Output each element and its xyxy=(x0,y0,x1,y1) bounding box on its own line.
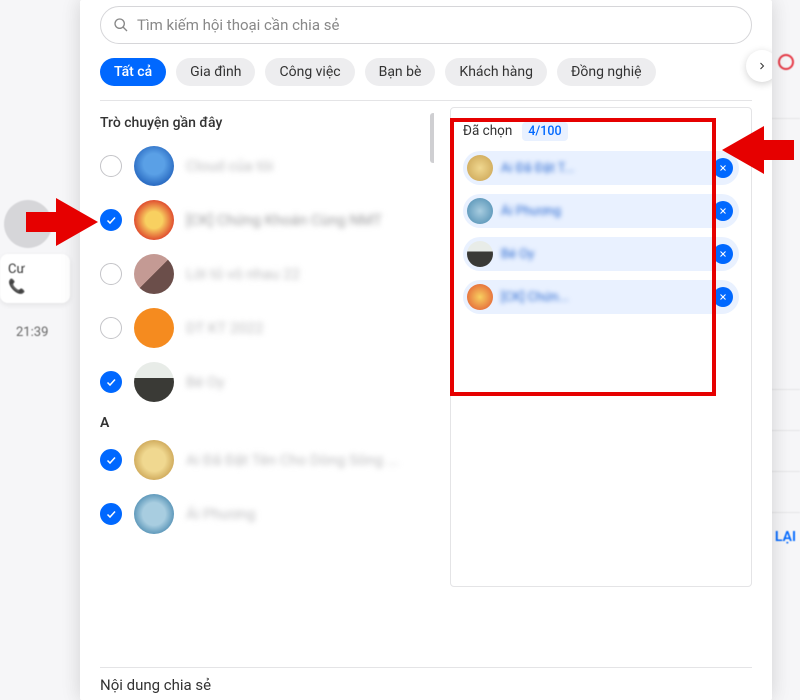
selected-item-label: Bé Oy xyxy=(501,247,705,262)
bg-notification-dot xyxy=(778,54,794,70)
selected-title: Đã chọn xyxy=(463,123,512,139)
checkbox[interactable] xyxy=(100,209,122,231)
search-placeholder: Tìm kiếm hội thoại cần chia sẻ xyxy=(137,16,339,34)
list-item-label: DT KT 2022 xyxy=(186,319,264,337)
bg-contact-card: Cư 📞 xyxy=(0,200,70,303)
list-item[interactable]: DT KT 2022 xyxy=(100,301,434,355)
chip-family[interactable]: Gia đình xyxy=(176,58,255,86)
checkbox[interactable] xyxy=(100,317,122,339)
remove-button[interactable] xyxy=(713,244,733,264)
checkbox[interactable] xyxy=(100,263,122,285)
avatar xyxy=(134,146,174,186)
list-item[interactable]: [CK] Chứng Khoán Cùng NMT xyxy=(100,193,434,247)
chip-customers[interactable]: Khách hàng xyxy=(445,58,547,86)
checkbox[interactable] xyxy=(100,155,122,177)
search-input[interactable]: Tìm kiếm hội thoại cần chia sẻ xyxy=(100,6,752,44)
chip-colleagues[interactable]: Đồng nghiệ xyxy=(557,58,656,86)
section-recent-title: Trò chuyện gần đây xyxy=(100,107,434,139)
selected-panel: Đã chọn 4/100 Ai Đã Đặt T... Ái Phương xyxy=(450,107,752,587)
avatar xyxy=(467,241,493,267)
remove-button[interactable] xyxy=(713,158,733,178)
conversation-list: Trò chuyện gần đây Cloud của tôi [CK] Ch… xyxy=(100,107,434,661)
list-item[interactable]: Lời tỏ vô nhau 22 xyxy=(100,247,434,301)
chevron-right-icon xyxy=(756,60,768,72)
section-letter-a: A xyxy=(100,409,434,433)
list-item-label: Ai Đã Đặt Tên Cho Dòng Sông ... xyxy=(186,451,399,469)
checkbox[interactable] xyxy=(100,371,122,393)
selected-item-label: Ai Đã Đặt T... xyxy=(501,161,705,176)
selected-item-label: [CK] Chứn... xyxy=(501,290,705,305)
list-item-label: Lời tỏ vô nhau 22 xyxy=(186,265,300,283)
chip-all[interactable]: Tất cả xyxy=(100,58,166,86)
checkbox[interactable] xyxy=(100,449,122,471)
avatar xyxy=(134,440,174,480)
avatar xyxy=(134,362,174,402)
list-item-label: [CK] Chứng Khoán Cùng NMT xyxy=(186,211,382,229)
bg-card: Cư 📞 xyxy=(0,254,70,303)
list-item[interactable]: Ai Đã Đặt Tên Cho Dòng Sông ... xyxy=(100,433,434,487)
remove-button[interactable] xyxy=(713,201,733,221)
search-icon xyxy=(113,17,129,33)
avatar xyxy=(467,198,493,224)
list-item[interactable]: Cloud của tôi xyxy=(100,139,434,193)
selected-item: Bé Oy xyxy=(463,237,739,271)
avatar xyxy=(467,155,493,181)
avatar xyxy=(134,254,174,294)
avatar xyxy=(4,200,52,248)
list-item[interactable]: Ái Phương xyxy=(100,487,434,541)
bg-card-text: Cư xyxy=(8,262,62,277)
share-modal: Tìm kiếm hội thoại cần chia sẻ Tất cả Gi… xyxy=(80,0,772,700)
chip-work[interactable]: Công việc xyxy=(265,58,354,86)
selected-item: [CK] Chứn... xyxy=(463,280,739,314)
chip-friends[interactable]: Bạn bè xyxy=(365,58,436,86)
list-item[interactable]: Bé Oy xyxy=(100,355,434,409)
remove-button[interactable] xyxy=(713,287,733,307)
avatar xyxy=(467,284,493,310)
filter-chips: Tất cả Gia đình Công việc Bạn bè Khách h… xyxy=(80,44,772,100)
selected-item-label: Ái Phương xyxy=(501,204,705,219)
phone-incoming-icon: 📞 xyxy=(8,279,62,295)
scrollbar-thumb[interactable] xyxy=(430,113,434,163)
avatar xyxy=(134,494,174,534)
bg-timestamp: 21:39 xyxy=(16,325,48,340)
checkbox[interactable] xyxy=(100,503,122,525)
list-item-label: Ái Phương xyxy=(186,505,255,523)
selected-item: Ai Đã Đặt T... xyxy=(463,151,739,185)
selected-item: Ái Phương xyxy=(463,194,739,228)
avatar xyxy=(134,308,174,348)
share-content-title: Nội dung chia sẻ xyxy=(80,668,772,700)
list-item-label: Bé Oy xyxy=(186,373,224,391)
selected-count: 4/100 xyxy=(522,122,567,141)
chip-scroll-right[interactable] xyxy=(746,50,772,82)
list-item-label: Cloud của tôi xyxy=(186,157,273,175)
avatar xyxy=(134,200,174,240)
selected-header: Đã chọn 4/100 xyxy=(463,120,739,139)
